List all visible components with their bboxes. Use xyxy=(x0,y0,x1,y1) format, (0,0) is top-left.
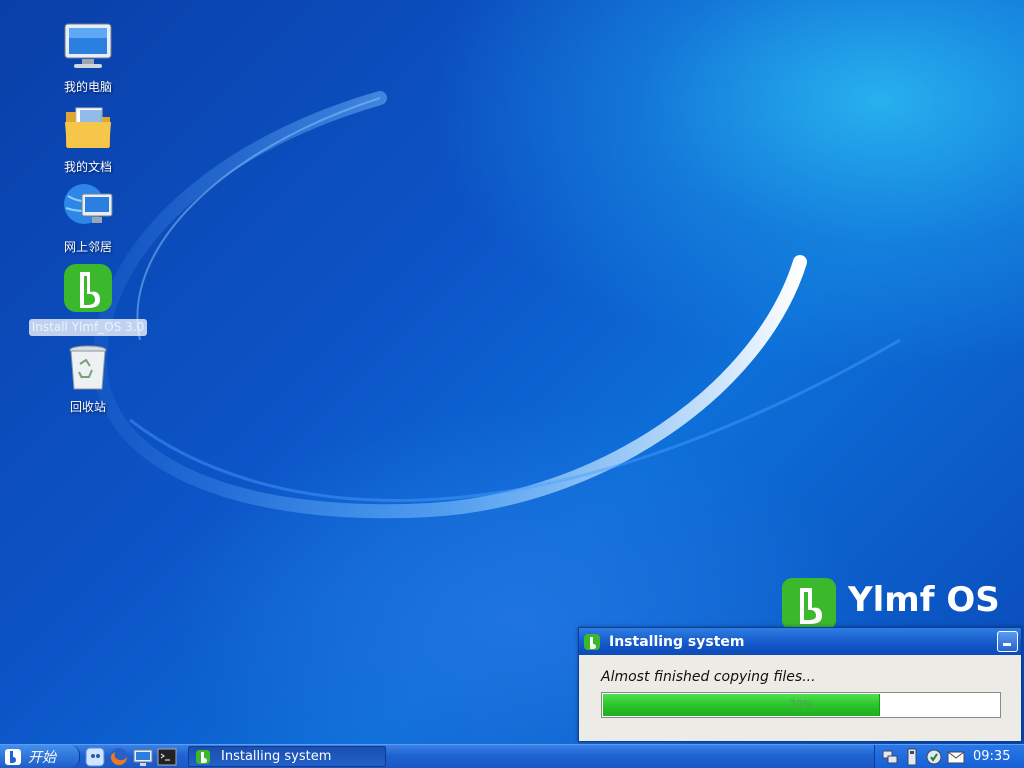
computer-icon xyxy=(62,22,114,74)
folder-icon xyxy=(62,102,114,154)
mail-icon[interactable] xyxy=(947,748,965,766)
update-icon[interactable] xyxy=(925,748,943,766)
installer-status-message: Almost finished copying files... xyxy=(601,669,816,685)
installer-titlebar[interactable]: Installing system xyxy=(579,628,1021,655)
network-icon xyxy=(62,182,114,234)
installer-body: Almost finished copying files... 70% xyxy=(579,655,1021,718)
desktop-icon-recycle-bin[interactable]: 回收站 xyxy=(38,342,138,416)
quick-launch xyxy=(84,746,178,768)
installer-icon xyxy=(583,633,601,651)
installer-window[interactable]: Installing system Almost finished copyin… xyxy=(578,627,1022,742)
taskbar: 开始 Installing system 09:35 xyxy=(0,744,1024,768)
show-desktop-icon[interactable] xyxy=(132,746,154,768)
installer-icon xyxy=(62,262,114,314)
start-label: 开始 xyxy=(28,749,56,766)
installer-icon xyxy=(195,749,211,765)
firefox-icon[interactable] xyxy=(108,746,130,768)
finder-icon[interactable] xyxy=(84,746,106,768)
desktop-icon-my-computer[interactable]: 我的电脑 xyxy=(38,22,138,96)
brand-name: Ylmf OS xyxy=(848,580,1000,620)
minimize-button[interactable] xyxy=(997,631,1018,652)
usb-icon[interactable] xyxy=(903,748,921,766)
desktop-icon-install-ylmf[interactable]: Install Ylmf_OS 3.0 xyxy=(28,262,148,336)
installer-title: Installing system xyxy=(609,633,745,650)
desktop-icon-my-documents[interactable]: 我的文档 xyxy=(38,102,138,176)
task-button-installing-system[interactable]: Installing system xyxy=(188,746,386,767)
desktop: 我的电脑 我的文档 网上邻居 Install Ylmf_OS 3.0 回收站 Y… xyxy=(0,0,1024,744)
system-tray: 09:35 xyxy=(874,745,1024,768)
desktop-icon-network[interactable]: 网上邻居 xyxy=(38,182,138,256)
start-button[interactable]: 开始 xyxy=(0,745,80,768)
clock: 09:35 xyxy=(973,749,1011,764)
terminal-icon[interactable] xyxy=(156,746,178,768)
network-icon[interactable] xyxy=(881,748,899,766)
task-label: Installing system xyxy=(221,749,332,764)
install-progress-percent: 70% xyxy=(788,698,814,711)
start-menu-icon xyxy=(4,748,22,766)
trash-icon xyxy=(62,342,114,394)
install-progress-bar: 70% xyxy=(601,692,1001,718)
